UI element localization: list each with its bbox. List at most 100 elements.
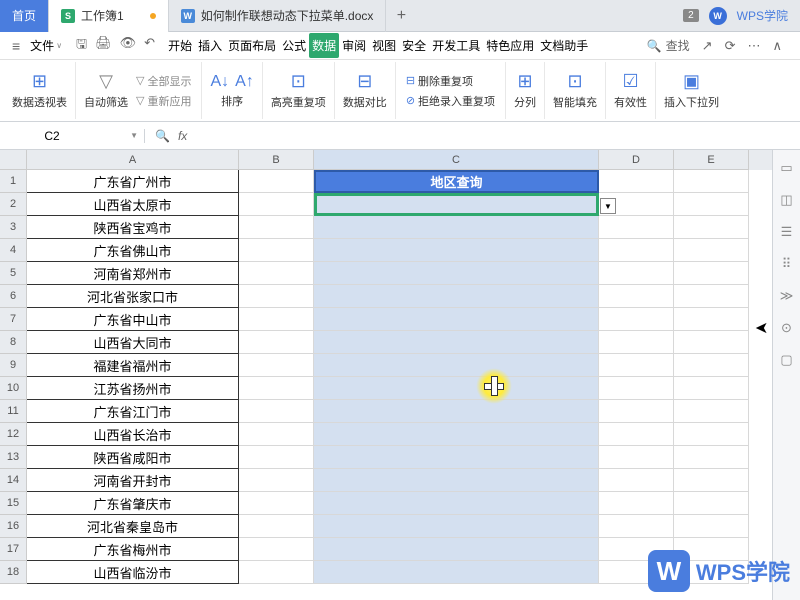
- show-all-button[interactable]: ▽全部显示: [134, 72, 193, 90]
- cell[interactable]: [314, 561, 599, 584]
- ribbon-tab-data[interactable]: 数据: [309, 33, 339, 58]
- cell[interactable]: [239, 423, 314, 446]
- cell[interactable]: [599, 216, 674, 239]
- validation-button[interactable]: ☑有效性: [606, 62, 656, 119]
- cell[interactable]: [599, 285, 674, 308]
- search-box[interactable]: 🔍 查找: [647, 37, 690, 54]
- save-icon[interactable]: 🖫: [76, 35, 87, 57]
- cell[interactable]: [599, 515, 674, 538]
- col-header-a[interactable]: A: [27, 150, 239, 170]
- ribbon-tab-review[interactable]: 审阅: [339, 33, 369, 58]
- reapply-button[interactable]: ▽重新应用: [134, 92, 193, 110]
- ribbon-tab-layout[interactable]: 页面布局: [225, 33, 279, 58]
- cell[interactable]: [674, 400, 749, 423]
- cell[interactable]: [674, 515, 749, 538]
- cell[interactable]: [239, 239, 314, 262]
- cell[interactable]: [674, 239, 749, 262]
- cell[interactable]: [239, 308, 314, 331]
- cell[interactable]: [674, 193, 749, 216]
- cell[interactable]: [314, 285, 599, 308]
- cell[interactable]: [674, 492, 749, 515]
- cell[interactable]: 河北省秦皇岛市: [27, 515, 239, 538]
- cell[interactable]: [599, 469, 674, 492]
- sort-desc-button[interactable]: A↑: [235, 73, 254, 91]
- cell[interactable]: [674, 308, 749, 331]
- cell[interactable]: [599, 262, 674, 285]
- row-header[interactable]: 11: [0, 400, 27, 423]
- cell[interactable]: [599, 170, 674, 193]
- row-header[interactable]: 16: [0, 515, 27, 538]
- cell[interactable]: [599, 354, 674, 377]
- row-header[interactable]: 9: [0, 354, 27, 377]
- tab-workbook[interactable]: S 工作簿1: [49, 0, 169, 32]
- cell[interactable]: [599, 308, 674, 331]
- cell[interactable]: 广东省中山市: [27, 308, 239, 331]
- cell[interactable]: [314, 354, 599, 377]
- row-header[interactable]: 2: [0, 193, 27, 216]
- cell[interactable]: [674, 262, 749, 285]
- cell[interactable]: [599, 423, 674, 446]
- cell[interactable]: [599, 446, 674, 469]
- name-box[interactable]: C2 ▼: [0, 129, 145, 143]
- file-menu[interactable]: 文件∨: [26, 37, 66, 54]
- cell[interactable]: 陕西省咸阳市: [27, 446, 239, 469]
- cell[interactable]: [239, 193, 314, 216]
- panel-style-icon[interactable]: ◫: [780, 192, 792, 208]
- data-compare-button[interactable]: ⊟数据对比: [335, 62, 396, 119]
- preview-icon[interactable]: 👁: [120, 35, 137, 57]
- cell[interactable]: [239, 262, 314, 285]
- cell[interactable]: [674, 170, 749, 193]
- cell[interactable]: [674, 354, 749, 377]
- cell[interactable]: [599, 331, 674, 354]
- autofilter-button[interactable]: ▽自动筛选: [84, 71, 128, 110]
- fx-label[interactable]: fx: [178, 129, 187, 143]
- wps-icon[interactable]: W: [709, 7, 727, 25]
- cell[interactable]: 河南省开封市: [27, 469, 239, 492]
- share-icon[interactable]: ↗: [702, 38, 713, 54]
- reject-dup-button[interactable]: ⊘拒绝录入重复项: [404, 92, 497, 110]
- sort-asc-button[interactable]: A↓: [210, 73, 229, 91]
- col-header-c[interactable]: C: [314, 150, 599, 170]
- undo-icon[interactable]: ↶: [144, 35, 155, 57]
- row-header[interactable]: 15: [0, 492, 27, 515]
- cell[interactable]: 山西省临汾市: [27, 561, 239, 584]
- row-header[interactable]: 14: [0, 469, 27, 492]
- insert-dropdown-button[interactable]: ▣插入下拉列: [656, 62, 727, 119]
- cell[interactable]: 广东省佛山市: [27, 239, 239, 262]
- wps-academy-link[interactable]: WPS学院: [737, 7, 788, 24]
- cell[interactable]: [314, 446, 599, 469]
- cell[interactable]: [239, 170, 314, 193]
- panel-property-icon[interactable]: ☰: [781, 224, 793, 240]
- cell[interactable]: [314, 515, 599, 538]
- cell[interactable]: 地区查询: [314, 170, 599, 193]
- col-header-d[interactable]: D: [599, 150, 674, 170]
- smart-fill-button[interactable]: ⊡智能填充: [545, 62, 606, 119]
- notification-badge[interactable]: 2: [683, 9, 699, 22]
- more-icon[interactable]: ⋯: [747, 38, 760, 54]
- cell[interactable]: [314, 492, 599, 515]
- cell[interactable]: 广东省肇庆市: [27, 492, 239, 515]
- cell[interactable]: [599, 492, 674, 515]
- cell[interactable]: 广东省梅州市: [27, 538, 239, 561]
- ribbon-tab-view[interactable]: 视图: [369, 33, 399, 58]
- ribbon-tab-security[interactable]: 安全: [399, 33, 429, 58]
- cell[interactable]: [674, 331, 749, 354]
- row-header[interactable]: 4: [0, 239, 27, 262]
- row-header[interactable]: 1: [0, 170, 27, 193]
- panel-chevron-icon[interactable]: ≫: [780, 288, 794, 304]
- row-header[interactable]: 6: [0, 285, 27, 308]
- cell[interactable]: [239, 515, 314, 538]
- cell[interactable]: [239, 492, 314, 515]
- cell[interactable]: [599, 239, 674, 262]
- row-header[interactable]: 17: [0, 538, 27, 561]
- cell[interactable]: [239, 285, 314, 308]
- cell[interactable]: [239, 446, 314, 469]
- search-fx-icon[interactable]: 🔍: [155, 129, 170, 143]
- cell[interactable]: [599, 377, 674, 400]
- cell[interactable]: [239, 469, 314, 492]
- cell[interactable]: 河北省张家口市: [27, 285, 239, 308]
- cell[interactable]: [674, 469, 749, 492]
- cell[interactable]: [314, 308, 599, 331]
- cell[interactable]: 山西省太原市: [27, 193, 239, 216]
- cell[interactable]: [314, 400, 599, 423]
